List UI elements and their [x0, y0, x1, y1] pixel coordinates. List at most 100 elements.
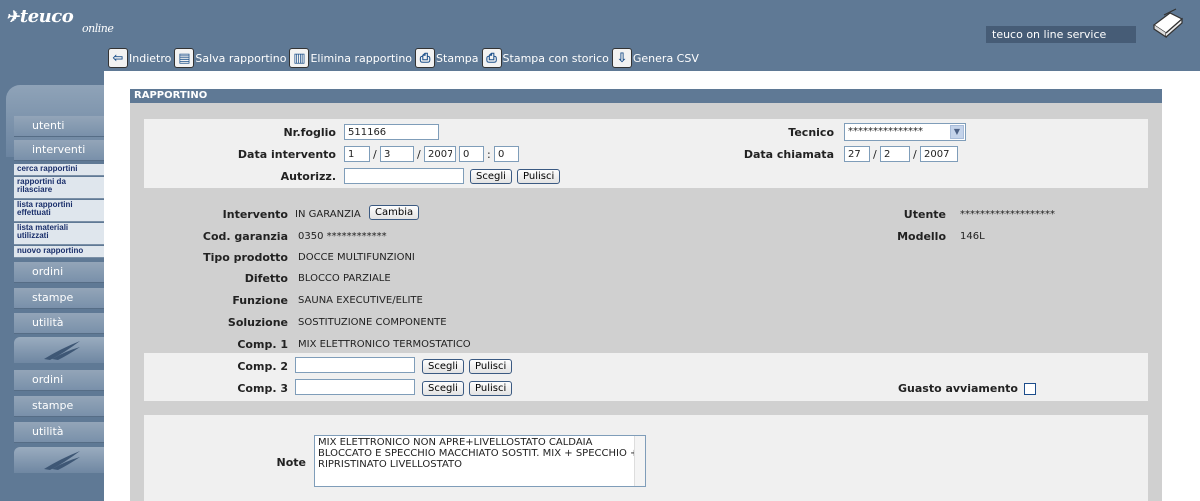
tecnico-label: Tecnico [788, 126, 834, 139]
delete-report-button[interactable]: ▥ Elimina rapportino [289, 48, 412, 68]
save-document-icon: ▤ [174, 48, 195, 68]
comp3-pulisci-button[interactable]: Pulisci [469, 381, 513, 396]
comp2-pulisci-button[interactable]: Pulisci [469, 359, 513, 374]
funzione-label: Funzione [232, 294, 288, 307]
time-separator: : [487, 148, 491, 161]
data-intervento-hour[interactable] [459, 146, 484, 162]
data-intervento-year[interactable] [424, 146, 456, 162]
data-chiamata-year[interactable] [920, 146, 958, 162]
nr-foglio-input[interactable] [344, 124, 439, 140]
sidebar-item-utilita-2[interactable]: utilità [14, 422, 104, 443]
tipo-prodotto-label: Tipo prodotto [203, 251, 288, 264]
data-chiamata-month[interactable] [880, 146, 910, 162]
data-intervento-minute[interactable] [494, 146, 519, 162]
sidebar-item-utenti[interactable]: utenti [14, 116, 104, 137]
logo-text: teuco [19, 6, 74, 27]
autorizz-label: Autorizz. [280, 170, 336, 183]
swoosh-icon [44, 451, 80, 470]
sidebar-item-utilita[interactable]: utilità [14, 313, 104, 334]
date-separator: / [417, 148, 421, 161]
comp1-label: Comp. 1 [237, 338, 288, 351]
difetto-value: BLOCCO PARZIALE [298, 273, 391, 284]
comp2-scegli-button[interactable]: Scegli [422, 359, 464, 374]
date-separator: / [873, 148, 877, 161]
autorizz-input[interactable] [344, 168, 464, 184]
data-intervento-label: Data intervento [237, 148, 336, 161]
note-label: Note [276, 456, 306, 469]
printer-icon: ⎙ [415, 48, 436, 68]
sidebar-item-ordini-2[interactable]: ordini [14, 370, 104, 391]
comp3-input[interactable] [295, 379, 415, 395]
utente-value: ******************* [960, 209, 1055, 220]
tipo-prodotto-value: DOCCE MULTIFUNZIONI [298, 252, 415, 263]
sidebar-swoosh-logo [14, 337, 104, 363]
comp2-label: Comp. 2 [237, 360, 288, 373]
modello-value: 146L [960, 231, 985, 242]
print-label: Stampa [436, 51, 479, 65]
trash-icon: ▥ [289, 48, 310, 68]
sidebar-subitem-nuovo-rapportino[interactable]: nuovo rapportino [14, 246, 104, 258]
generate-csv-button[interactable]: ⇩ Genera CSV [611, 48, 699, 68]
note-scrollbar[interactable] [634, 436, 645, 486]
sidebar-swoosh-logo-2 [14, 447, 104, 473]
sidebar-subitem-lista-materiali[interactable]: lista materiali utilizzati [14, 223, 104, 245]
sidebar-item-interventi[interactable]: interventi [14, 140, 104, 161]
sidebar-subitem-rapportini-da-rilasciare[interactable]: rapportini da rilasciare [14, 177, 104, 199]
data-intervento-day[interactable] [344, 146, 370, 162]
toolbar: ⇦ Indietro ▤ Salva rapportino ▥ Elimina … [104, 45, 1200, 71]
generate-csv-label: Genera CSV [632, 51, 699, 65]
autorizz-scegli-button[interactable]: Scegli [470, 169, 512, 184]
modello-label: Modello [897, 230, 946, 243]
soluzione-label: Soluzione [227, 316, 288, 329]
guasto-avviamento-label: Guasto avviamento [897, 382, 1018, 395]
utente-label: Utente [903, 208, 946, 221]
guasto-avviamento-checkbox[interactable] [1024, 383, 1036, 395]
back-button-label: Indietro [129, 51, 172, 65]
cambia-button[interactable]: Cambia [369, 205, 420, 220]
note-textarea[interactable]: MIX ELETTRONICO NON APRE+LIVELLOSTATO CA… [314, 435, 646, 487]
sidebar-item-stampe-2[interactable]: stampe [14, 396, 104, 417]
details-section [144, 202, 1148, 353]
print-history-button[interactable]: ⎙ Stampa con storico [481, 48, 609, 68]
data-chiamata-day[interactable] [844, 146, 870, 162]
csv-download-icon: ⇩ [611, 48, 632, 68]
funzione-value: SAUNA EXECUTIVE/ELITE [298, 295, 423, 306]
cod-garanzia-value: 0350 ************ [298, 231, 387, 242]
comp2-input[interactable] [295, 357, 415, 373]
date-separator: / [913, 148, 917, 161]
nr-foglio-label: Nr.foglio [283, 126, 336, 139]
chevron-down-icon[interactable]: ▼ [950, 125, 964, 139]
autorizz-pulisci-button[interactable]: Pulisci [517, 169, 561, 184]
tecnico-selected-value: *************** [848, 126, 923, 137]
data-intervento-month[interactable] [380, 146, 414, 162]
cod-garanzia-label: Cod. garanzia [202, 230, 288, 243]
comp1-value: MIX ELETTRONICO TERMOSTATICO [298, 339, 471, 350]
printer-history-icon: ⎙ [481, 48, 502, 68]
save-report-label: Salva rapportino [195, 51, 287, 65]
delete-report-label: Elimina rapportino [310, 51, 413, 65]
print-button[interactable]: ⎙ Stampa [415, 48, 479, 68]
difetto-label: Difetto [244, 272, 288, 285]
swoosh-icon [44, 341, 80, 360]
intervento-value: IN GARANZIA [295, 209, 361, 220]
tecnico-select[interactable]: *************** ▼ [844, 123, 966, 141]
logo-mark-icon: ✈ [6, 7, 19, 26]
comp3-scegli-button[interactable]: Scegli [422, 381, 464, 396]
sidebar-item-ordini[interactable]: ordini [14, 262, 104, 283]
service-label: teuco on line service [986, 26, 1136, 43]
intervento-label: Intervento [222, 208, 288, 221]
logo-subtext: online [82, 22, 114, 35]
teuco-logo[interactable]: ✈teuco online [6, 6, 114, 35]
save-report-button[interactable]: ▤ Salva rapportino [174, 48, 286, 68]
print-history-label: Stampa con storico [502, 51, 609, 65]
soluzione-value: SOSTITUZIONE COMPONENTE [298, 317, 447, 328]
back-arrow-icon: ⇦ [108, 48, 128, 68]
panel-title: RAPPORTINO [130, 89, 1162, 103]
back-button[interactable]: ⇦ Indietro [108, 48, 171, 68]
app-header: ✈teuco online teuco on line service [0, 0, 1200, 45]
sidebar-subitem-lista-rapportini[interactable]: lista rapportini effettuati [14, 200, 104, 222]
sidebar-subitem-cerca-rapportini[interactable]: cerca rapportini [14, 164, 104, 176]
sidebar-item-stampe[interactable]: stampe [14, 288, 104, 309]
data-chiamata-label: Data chiamata [743, 148, 834, 161]
date-separator: / [373, 148, 377, 161]
